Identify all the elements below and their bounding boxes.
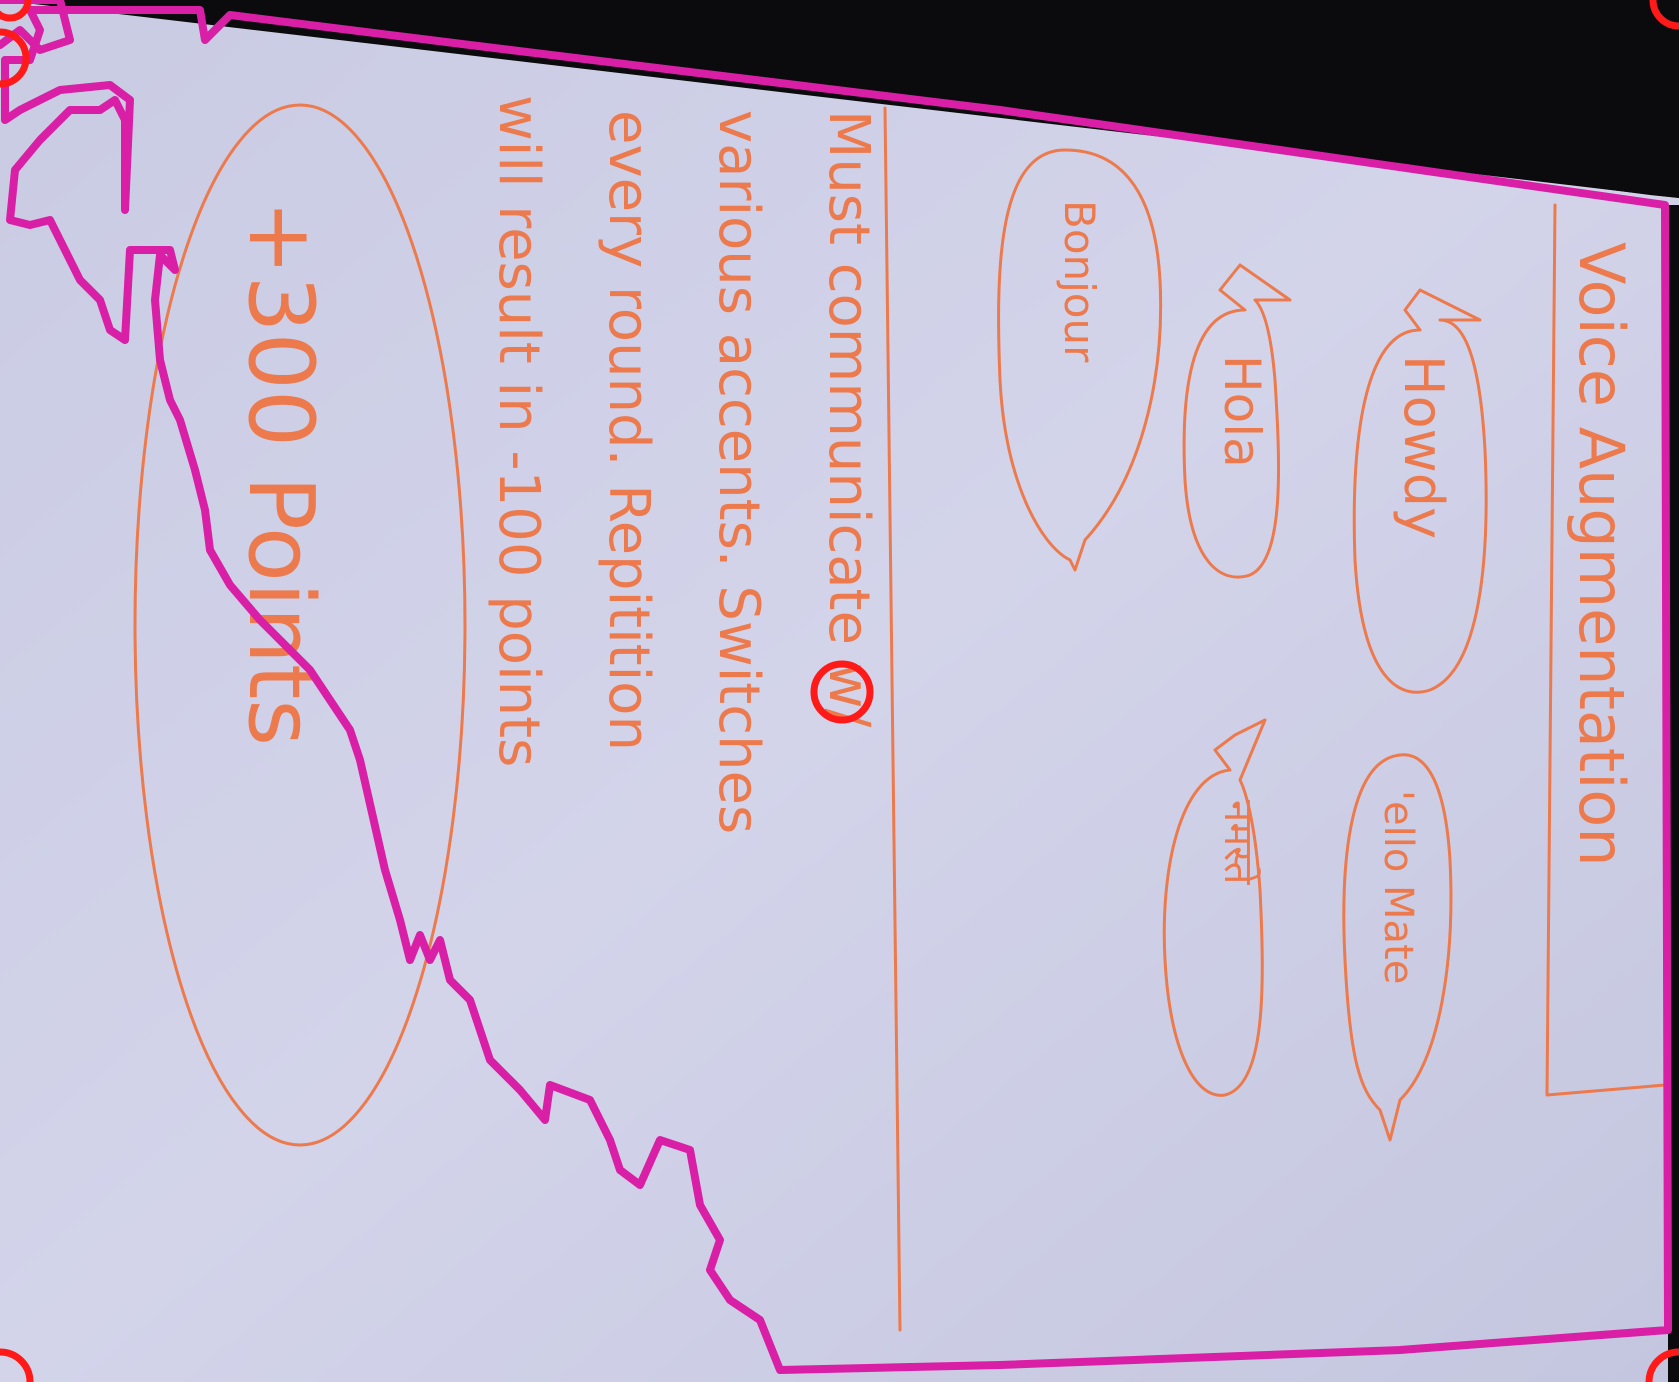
instruction-line-2: various accents. Switches <box>706 110 771 834</box>
instruction-line-3: every round. Repitition <box>596 110 661 751</box>
bubble-hola-text: Hola <box>1213 355 1271 468</box>
header-title: Voice Augmentation <box>1565 242 1638 867</box>
bubble-ello-text: 'ello Mate <box>1375 790 1421 984</box>
instruction-line-4: will result in -100 points <box>486 95 551 767</box>
bubble-hindi-text: नमस्ते <box>1215 800 1261 886</box>
bubble-howdy-text: Howdy <box>1392 355 1455 539</box>
bubble-bonjour-text: Bonjour <box>1055 200 1104 363</box>
reward-text: +300 Points <box>228 200 333 746</box>
instruction-line-1: Must communicate w/ <box>816 110 881 728</box>
paper-scene: Voice Augmentation Howdy Hola Bonjour 'e… <box>0 0 1679 1382</box>
